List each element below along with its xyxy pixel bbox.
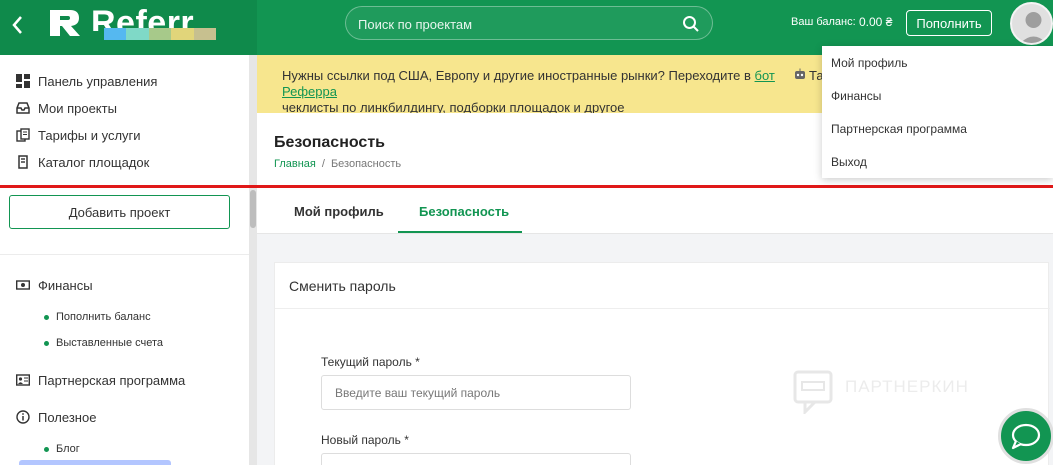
search-input[interactable] [358,14,678,34]
sidebar-item-label: Мои проекты [38,100,117,116]
menu-item-finance[interactable]: Финансы [831,89,881,103]
notice-text: Нужны ссылки под США, Европу и другие ин… [282,68,822,116]
active-tab-underline [398,231,522,233]
watermark-text: ПАРТНЕРКИН [845,377,969,396]
sidebar-item-partner[interactable]: Партнерская программа [16,370,185,390]
avatar[interactable] [1010,2,1053,45]
current-password-field[interactable] [321,375,631,410]
sidebar-item-dashboard[interactable]: Панель управления [16,71,157,91]
profile-tabs: Мой профиль Безопасность [257,188,1053,234]
sidebar-subitem-label: Выставленные счета [56,337,164,349]
add-project-button[interactable]: Добавить проект [9,195,230,229]
bullet-dot [44,314,49,320]
sidebar-item-label: Партнерская программа [38,372,186,388]
sidebar-active-indicator [19,460,171,465]
sidebar-item-label: Полезное [38,409,97,425]
topup-button[interactable]: Пополнить [906,10,992,36]
sidebar-subitem-invoices[interactable]: Выставленные счета [44,336,163,350]
notice-text-part: Нужны ссылки под США, Европу и другие ин… [282,68,755,83]
change-password-card: Сменить пароль Текущий пароль * Новый па… [274,262,1050,465]
balance-label: Ваш баланс: [791,16,856,28]
logo-area: Referr [0,0,257,55]
sidebar-item-projects[interactable]: Мои проекты [16,98,117,118]
balance-value: 0.00 ₴ [859,15,893,29]
sidebar-divider [0,254,249,255]
menu-item-my-profile[interactable]: Мой профиль [831,56,908,70]
tab-security[interactable]: Безопасность [419,204,509,234]
sidebar-item-catalog[interactable]: Каталог площадок [16,152,149,172]
chat-bubble-icon [1011,423,1041,450]
tab-my-profile[interactable]: Мой профиль [294,204,384,234]
card-title: Сменить пароль [289,278,396,294]
sidebar-item-finance[interactable]: Финансы [16,275,93,295]
sidebar-scrollbar[interactable] [249,55,257,465]
new-password-label: Новый пароль * [321,433,409,447]
sidebar-scrollbar-thumb[interactable] [250,190,256,228]
menu-item-partner-program[interactable]: Партнерская программа [831,122,967,136]
sidebar-subitem-label: Блог [56,443,80,455]
sidebar-item-label: Финансы [38,277,93,293]
sidebar-subitem-blog[interactable]: Блог [44,442,80,456]
logo-blur [104,28,217,40]
sidebar-subitem-topup[interactable]: Пополнить баланс [44,310,151,324]
sidebar-subitem-label: Пополнить баланс [56,311,151,323]
sidebar-item-tariffs[interactable]: Тарифы и услуги [16,125,141,145]
card-header: Сменить пароль [275,263,1050,309]
sidebar-item-label: Каталог площадок [38,154,150,170]
dashboard-icon [16,74,30,88]
watermark: ПАРТНЕРКИН [793,370,1003,416]
breadcrumb-current: Безопасность [330,158,402,170]
inbox-icon [16,102,30,114]
money-icon [16,280,30,290]
search-icon[interactable] [682,15,700,33]
breadcrumb: Главная / Безопасность [274,158,401,170]
logo-text: Referr [91,4,195,31]
bullet-dot [44,446,49,452]
breadcrumb-home-link[interactable]: Главная [274,158,316,170]
sidebar-item-label: Тарифы и услуги [38,127,141,143]
breadcrumb-separator: / [321,158,325,170]
info-icon [16,410,30,424]
documents-icon [16,128,30,142]
logo-icon[interactable] [48,8,84,38]
catalog-icon [18,155,28,169]
robot-emoji-icon [794,68,806,83]
chat-button[interactable] [998,408,1053,464]
page-title: Безопасность [274,134,385,151]
search-box [345,6,713,40]
watermark-logo-icon [793,370,833,416]
new-password-field[interactable] [321,453,631,465]
back-arrow-icon[interactable] [10,14,24,36]
menu-item-logout[interactable]: Выход [831,155,867,169]
user-dropdown-menu: Мой профиль Финансы Партнерская программ… [822,46,1053,178]
sidebar-item-label: Панель управления [38,73,158,89]
current-password-label: Текущий пароль * [321,355,420,369]
bullet-dot [44,340,49,346]
partner-icon [16,374,30,386]
sidebar-item-useful[interactable]: Полезное [16,407,96,427]
